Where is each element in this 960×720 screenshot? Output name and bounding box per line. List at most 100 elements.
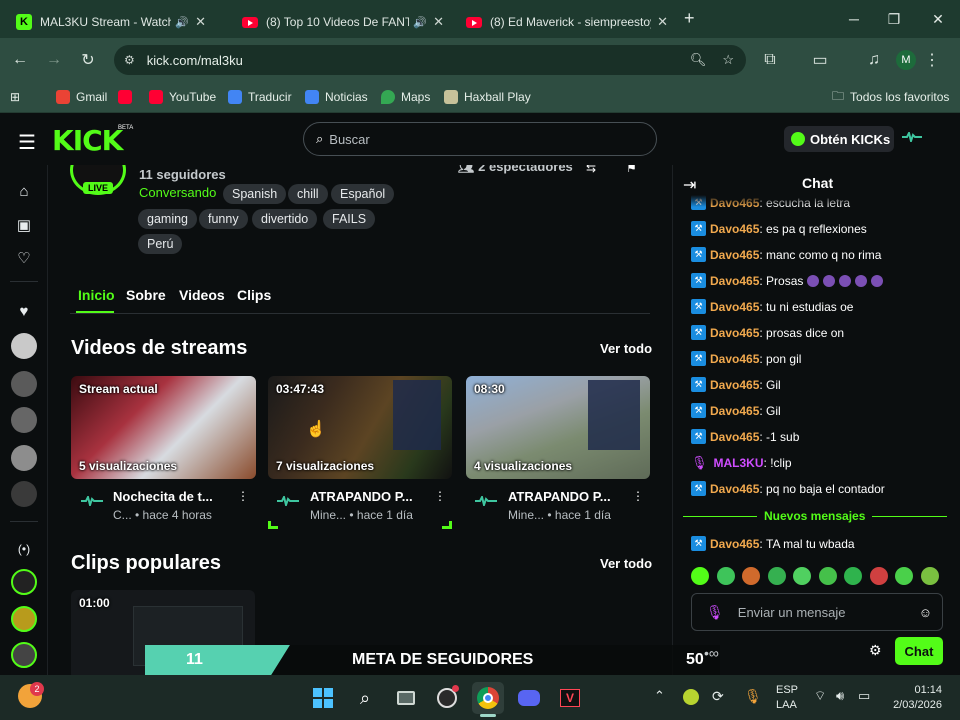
- emote-quick-icon[interactable]: [818, 567, 837, 585]
- battery-icon[interactable]: ▭: [858, 688, 870, 704]
- followed-channel-avatar[interactable]: [11, 481, 37, 507]
- emote-quick-icon[interactable]: [869, 567, 888, 585]
- hamburger-menu-icon[interactable]: ☰: [18, 130, 36, 155]
- chat-username[interactable]: Davo465: [710, 300, 759, 314]
- home-icon[interactable]: ⌂: [12, 179, 36, 203]
- close-tab-icon[interactable]: ✕: [433, 14, 444, 30]
- emote-quick-icon[interactable]: [920, 567, 939, 585]
- emote-quick-icon[interactable]: [691, 567, 709, 585]
- close-tab-icon[interactable]: ✕: [657, 14, 668, 30]
- chat-username[interactable]: Davo465: [710, 482, 759, 496]
- video-thumbnail[interactable]: 03:47:43 7 visualizaciones: [268, 376, 452, 479]
- tray-sync-icon[interactable]: ⟳: [712, 688, 724, 705]
- input-language[interactable]: ESP LAA: [776, 684, 798, 711]
- tab-sobre[interactable]: Sobre: [126, 287, 166, 303]
- collapse-chat-icon[interactable]: ⇥: [683, 175, 696, 195]
- tab-clips[interactable]: Clips: [237, 287, 271, 303]
- minimize-button[interactable]: ─: [834, 0, 874, 38]
- tag-divertido[interactable]: divertido: [252, 209, 318, 229]
- live-recommended-icon[interactable]: (•): [12, 537, 36, 561]
- speaker-icon[interactable]: 🔊: [175, 16, 189, 29]
- start-windows-icon[interactable]: [307, 682, 339, 714]
- bookmark-traducir[interactable]: Traducir: [228, 87, 292, 107]
- media-control-icon[interactable]: ♫: [860, 46, 888, 74]
- tray-app-icon[interactable]: [683, 689, 699, 705]
- chat-username[interactable]: Davo465: [710, 352, 759, 366]
- recommended-channel-avatar[interactable]: [11, 606, 37, 632]
- extensions-icon[interactable]: ⧉: [756, 46, 784, 74]
- profile-avatar[interactable]: M: [896, 50, 916, 70]
- report-icon[interactable]: ⚑: [626, 165, 637, 175]
- tray-overflow-icon[interactable]: ⌃: [654, 688, 665, 704]
- wifi-icon[interactable]: ⌔: [814, 688, 826, 704]
- bookmark-noticias[interactable]: Noticias: [305, 87, 368, 107]
- ver-todo-videos-link[interactable]: Ver todo: [600, 341, 652, 356]
- search-input[interactable]: ⌕ Buscar: [303, 122, 657, 156]
- tag-peru[interactable]: Perú: [138, 234, 183, 254]
- followed-channel-avatar[interactable]: [11, 407, 37, 433]
- close-window-button[interactable]: ✕: [918, 0, 958, 38]
- tab-button[interactable]: (8) Ed Maverick - siempreestoyp ✕: [458, 6, 676, 38]
- restore-button[interactable]: ❐: [874, 0, 914, 38]
- video-title[interactable]: ATRAPANDO P...: [310, 489, 413, 504]
- user-avatar-icon[interactable]: [902, 132, 922, 142]
- browse-icon[interactable]: ▣: [12, 213, 36, 237]
- bookmark-haxball[interactable]: Haxball Play: [444, 87, 531, 107]
- recommended-channel-avatar[interactable]: [11, 569, 37, 595]
- back-icon[interactable]: ←: [6, 46, 34, 74]
- bookmark-youtube[interactable]: YouTube: [149, 87, 216, 107]
- send-chat-button[interactable]: Chat: [895, 637, 943, 665]
- zoom-icon[interactable]: 🔍︎: [690, 52, 707, 68]
- chat-username[interactable]: Davo465: [710, 378, 759, 392]
- tag-fails[interactable]: FAILS: [323, 209, 376, 229]
- video-title[interactable]: ATRAPANDO P...: [508, 489, 611, 504]
- forward-icon[interactable]: →: [40, 46, 68, 74]
- video-thumbnail[interactable]: 08:30 4 visualizaciones: [466, 376, 650, 479]
- search-taskbar-icon[interactable]: ⌕: [349, 682, 381, 714]
- emote-quick-icon[interactable]: [716, 567, 735, 585]
- video-menu-icon[interactable]: ⋮: [237, 489, 249, 503]
- emote-quick-icon[interactable]: [742, 567, 760, 585]
- tag-chill[interactable]: chill: [288, 184, 328, 204]
- close-tab-icon[interactable]: ✕: [195, 14, 206, 30]
- followed-heart-icon[interactable]: ♥: [12, 299, 36, 323]
- followed-channel-avatar[interactable]: [11, 445, 37, 471]
- chat-settings-icon[interactable]: ⚙: [869, 642, 882, 659]
- cast-icon[interactable]: ▭: [806, 46, 834, 74]
- volume-icon[interactable]: 🔊︎: [836, 688, 844, 704]
- followed-channel-avatar[interactable]: [11, 371, 37, 397]
- speaker-icon[interactable]: 🔊: [413, 16, 427, 29]
- kick-logo[interactable]: KICK: [52, 124, 123, 157]
- video-menu-icon[interactable]: ⋮: [434, 489, 446, 503]
- chat-message-input[interactable]: 🎙 Enviar un mensaje ☺: [691, 593, 943, 631]
- video-menu-icon[interactable]: ⋮: [632, 489, 644, 503]
- site-info-icon[interactable]: ⚙: [124, 53, 135, 67]
- task-view-icon[interactable]: [390, 682, 422, 714]
- obs-icon[interactable]: [431, 682, 463, 714]
- valorant-icon[interactable]: V: [554, 682, 586, 714]
- emote-quick-icon[interactable]: [895, 567, 913, 585]
- chat-username[interactable]: Davo465: [710, 248, 759, 262]
- followed-channel-avatar[interactable]: [11, 333, 37, 359]
- recommended-channel-avatar[interactable]: [11, 642, 37, 668]
- tag-espanol[interactable]: Español: [331, 184, 395, 204]
- chat-username[interactable]: Davo465: [710, 430, 759, 444]
- bookmark-youtube-small[interactable]: [118, 87, 138, 107]
- tab-button[interactable]: K MAL3KU Stream - Watch Live 🔊 ✕: [8, 6, 214, 38]
- chrome-icon[interactable]: [472, 682, 504, 714]
- tag-spanish[interactable]: Spanish: [223, 184, 287, 204]
- tab-button[interactable]: (8) Top 10 Videos De FANTASM 🔊 ✕: [234, 6, 452, 38]
- clock[interactable]: 01:14 2/03/2026: [890, 684, 942, 711]
- discord-icon[interactable]: [513, 682, 545, 714]
- reload-icon[interactable]: ↻: [74, 46, 102, 74]
- share-icon[interactable]: ⇆: [586, 165, 596, 175]
- category-link[interactable]: Conversando: [139, 185, 216, 200]
- new-tab-button[interactable]: +: [684, 8, 695, 29]
- all-bookmarks[interactable]: 🗀 Todos los favoritos: [832, 87, 949, 107]
- tag-funny[interactable]: funny: [199, 209, 248, 229]
- chat-username[interactable]: Davo465: [710, 222, 759, 236]
- bookmark-star-icon[interactable]: ☆: [722, 52, 734, 68]
- tray-mic-icon[interactable]: 🎙: [744, 688, 762, 705]
- clip-thumbnail[interactable]: 01:00: [71, 590, 255, 675]
- tag-gaming[interactable]: gaming: [138, 209, 197, 229]
